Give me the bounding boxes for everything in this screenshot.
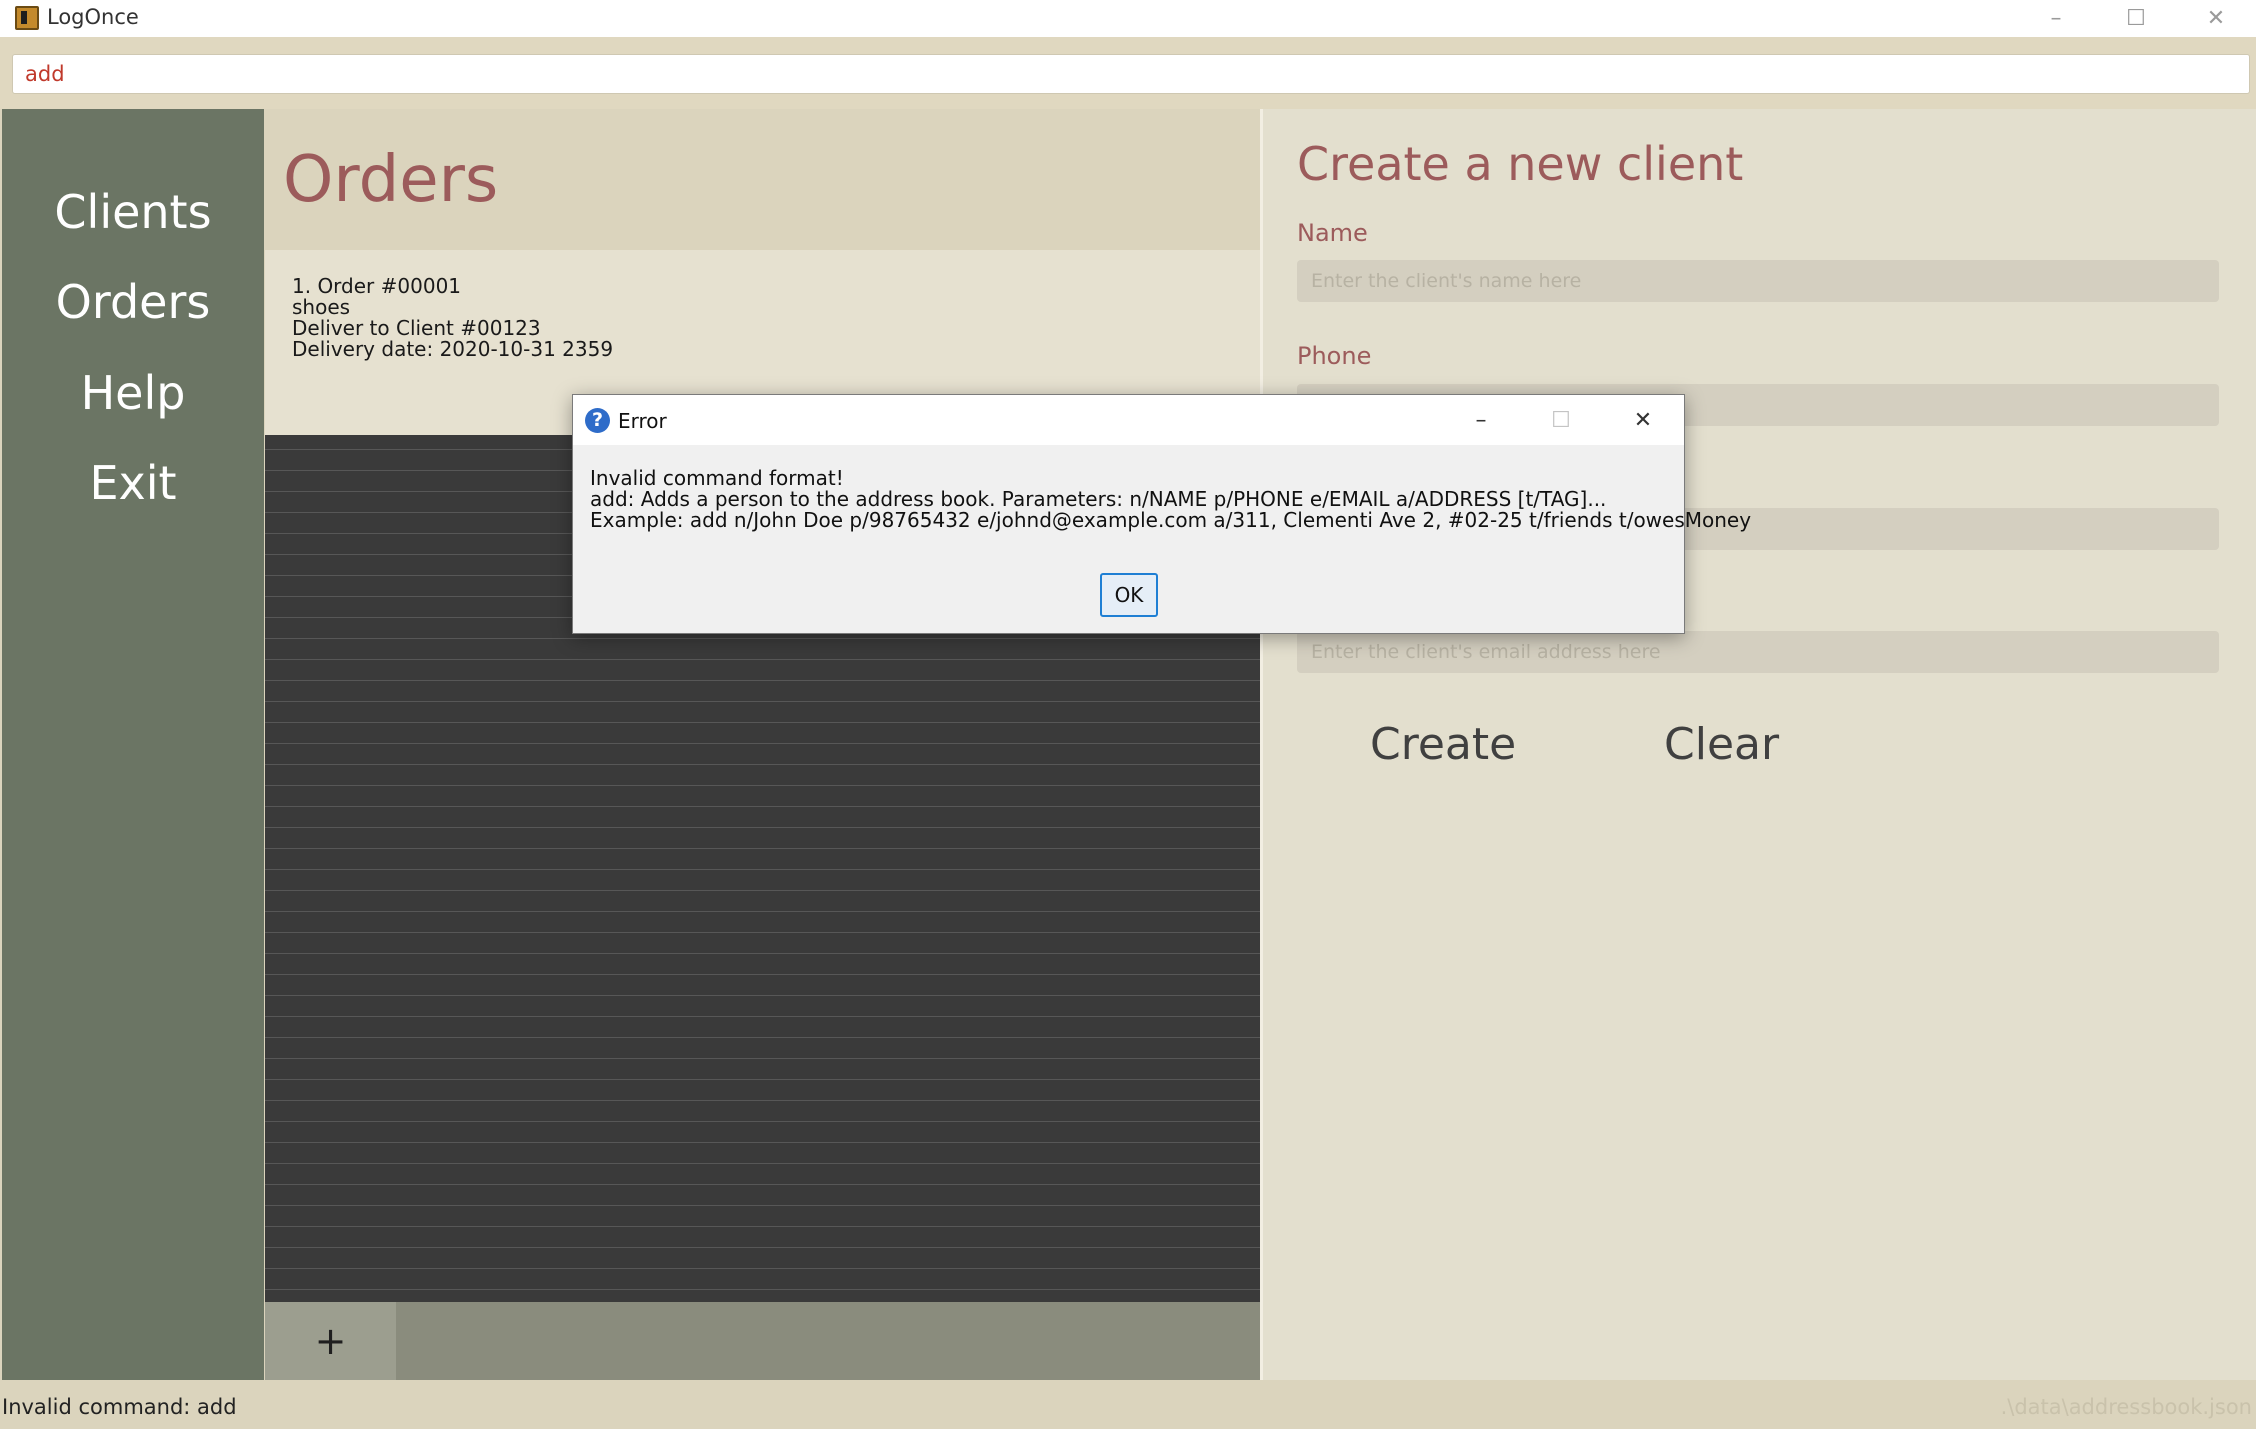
- orders-footer: +: [265, 1302, 1260, 1380]
- email-field[interactable]: Enter the client's email address here: [1297, 631, 2219, 673]
- orders-header: Orders: [265, 109, 1260, 250]
- row-separator: [265, 827, 1260, 828]
- row-separator: [265, 1079, 1260, 1080]
- dialog-minimize-button[interactable]: –: [1441, 395, 1521, 445]
- order-delivery-date: Delivery date: 2020-10-31 2359: [292, 337, 614, 361]
- status-bar: Invalid command: add .\data\addressbook.…: [0, 1380, 2256, 1429]
- row-separator: [265, 974, 1260, 975]
- row-separator: [265, 1142, 1260, 1143]
- dialog-close-button[interactable]: ✕: [1603, 395, 1683, 445]
- row-separator: [265, 848, 1260, 849]
- command-input[interactable]: [12, 54, 2250, 94]
- error-dialog: ? Error – ☐ ✕ Invalid command format! ad…: [572, 394, 1751, 634]
- dialog-titlebar: ? Error – ☐ ✕: [573, 395, 1684, 445]
- name-field[interactable]: Enter the client's name here: [1297, 260, 2219, 302]
- row-separator: [265, 1289, 1260, 1290]
- app-logo-icon: [15, 6, 39, 30]
- orders-panel: Orders 1. Order #00001 shoes Deliver to …: [265, 109, 1260, 1380]
- minimize-button[interactable]: –: [2016, 0, 2096, 37]
- window-title: LogOnce: [47, 5, 139, 29]
- add-order-button[interactable]: +: [265, 1302, 396, 1380]
- sidebar-item-clients[interactable]: Clients: [2, 185, 264, 239]
- maximize-button[interactable]: ☐: [2096, 0, 2176, 37]
- row-separator: [265, 1121, 1260, 1122]
- dialog-maximize-button: ☐: [1551, 407, 1571, 433]
- row-separator: [265, 806, 1260, 807]
- command-bar: [0, 37, 2256, 109]
- sidebar-item-exit[interactable]: Exit: [2, 456, 264, 510]
- row-separator: [265, 1058, 1260, 1059]
- row-separator: [265, 701, 1260, 702]
- row-separator: [265, 680, 1260, 681]
- row-separator: [265, 890, 1260, 891]
- form-title: Create a new client: [1297, 137, 1744, 191]
- row-separator: [265, 1100, 1260, 1101]
- row-separator: [265, 1205, 1260, 1206]
- clear-button[interactable]: Clear: [1664, 719, 1779, 770]
- sidebar-item-help[interactable]: Help: [2, 366, 264, 420]
- row-separator: [265, 638, 1260, 639]
- create-button[interactable]: Create: [1370, 719, 1516, 770]
- question-icon: ?: [585, 408, 610, 433]
- row-separator: [265, 911, 1260, 912]
- row-separator: [265, 1016, 1260, 1017]
- sidebar-item-orders[interactable]: Orders: [2, 275, 264, 329]
- name-label: Name: [1297, 219, 1368, 247]
- dialog-message-line: Example: add n/John Doe p/98765432 e/joh…: [590, 508, 1752, 532]
- row-separator: [265, 1226, 1260, 1227]
- ok-button[interactable]: OK: [1100, 573, 1158, 617]
- phone-label: Phone: [1297, 342, 1372, 370]
- dialog-title: Error: [618, 409, 667, 433]
- row-separator: [265, 953, 1260, 954]
- row-separator: [265, 764, 1260, 765]
- row-separator: [265, 659, 1260, 660]
- status-message: Invalid command: add: [2, 1395, 237, 1419]
- sidebar: Clients Orders Help Exit: [2, 109, 264, 1380]
- status-file-path: .\data\addressbook.json: [2000, 1395, 2252, 1419]
- page-title: Orders: [283, 143, 499, 217]
- row-separator: [265, 743, 1260, 744]
- row-separator: [265, 995, 1260, 996]
- row-separator: [265, 932, 1260, 933]
- create-client-form: Create a new client Name Enter the clien…: [1263, 109, 2256, 1380]
- row-separator: [265, 785, 1260, 786]
- row-separator: [265, 1037, 1260, 1038]
- close-button[interactable]: ✕: [2176, 0, 2256, 37]
- row-separator: [265, 722, 1260, 723]
- window-titlebar: LogOnce – ☐ ✕: [0, 0, 2256, 37]
- row-separator: [265, 869, 1260, 870]
- row-separator: [265, 1163, 1260, 1164]
- row-separator: [265, 1184, 1260, 1185]
- row-separator: [265, 1268, 1260, 1269]
- row-separator: [265, 1247, 1260, 1248]
